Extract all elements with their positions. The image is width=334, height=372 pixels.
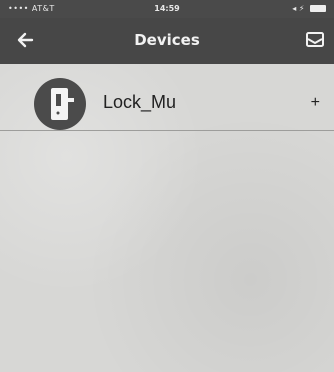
status-bar: •••• AT&T 14:59 ◂ ⚡ — [0, 0, 334, 18]
battery-status-text: ◂ ⚡ — [292, 4, 305, 13]
device-avatar — [34, 78, 86, 130]
page-title: Devices — [134, 31, 200, 49]
device-name: Lock_Mu — [103, 92, 177, 112]
envelope-icon — [306, 32, 324, 47]
navigation-bar: Devices — [0, 18, 334, 64]
device-list: Lock_Mu + — [0, 64, 334, 372]
clock: 14:59 — [154, 4, 180, 13]
battery-indicator: ◂ ⚡ — [292, 4, 326, 13]
battery-icon — [310, 5, 326, 12]
door-lock-icon — [51, 88, 74, 120]
add-button[interactable]: + — [311, 94, 320, 112]
messages-button[interactable] — [304, 30, 326, 50]
device-row[interactable]: Lock_Mu + — [0, 68, 334, 131]
